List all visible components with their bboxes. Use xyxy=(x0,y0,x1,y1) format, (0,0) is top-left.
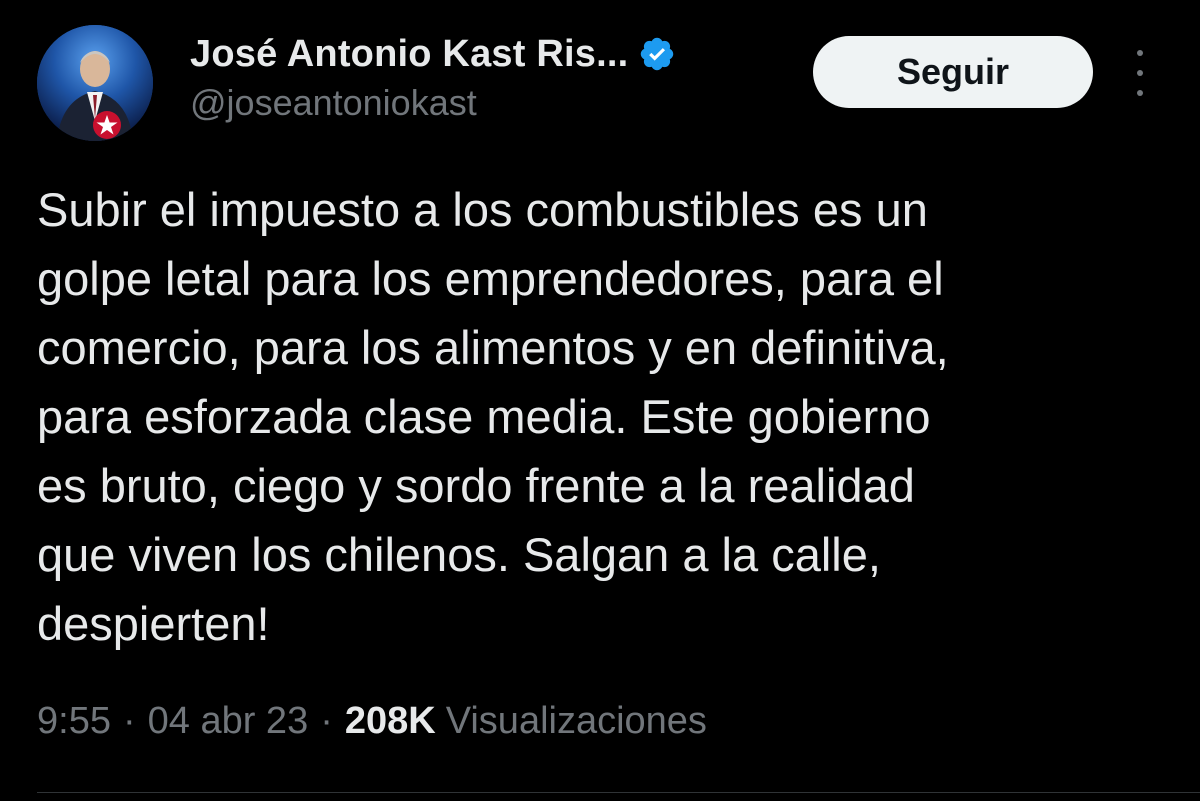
follow-button[interactable]: Seguir xyxy=(813,36,1093,108)
tweet-text-line: es bruto, ciego y sordo frente a la real… xyxy=(37,459,915,512)
tweet-text-line: que viven los chilenos. Salgan a la call… xyxy=(37,528,881,581)
tweet-text-line: despierten! xyxy=(37,597,270,650)
tweet-text: Subir el impuesto a los combustibles es … xyxy=(37,175,1177,658)
views-count: 208K xyxy=(344,700,436,742)
tweet-time[interactable]: 9:55 xyxy=(37,700,111,743)
tweet-text-line: comercio, para los alimentos y en defini… xyxy=(37,321,949,374)
more-dot xyxy=(1137,50,1143,56)
author-handle[interactable]: @joseantonio‌kast xyxy=(190,82,477,124)
more-dot xyxy=(1137,90,1143,96)
avatar[interactable] xyxy=(37,25,153,141)
tweet: José Antonio Kast Ris... @joseantonio‌ka… xyxy=(0,0,1200,801)
author-name-row[interactable]: José Antonio Kast Ris... xyxy=(190,28,676,80)
more-dot xyxy=(1137,70,1143,76)
more-vertical-icon[interactable] xyxy=(1128,50,1152,96)
tweet-text-line: golpe letal para los emprendedores, para… xyxy=(37,252,944,305)
tweet-meta: 9:55 · 04 abr 23 · 208K Visualizaciones xyxy=(37,700,707,743)
tweet-date[interactable]: 04 abr 23 xyxy=(148,700,309,743)
tweet-text-line: Subir el impuesto a los combustibles es … xyxy=(37,183,928,236)
meta-separator: · xyxy=(320,700,333,742)
divider xyxy=(37,792,1200,793)
avatar-photo xyxy=(37,25,153,141)
meta-separator: · xyxy=(122,700,136,742)
verified-badge-icon xyxy=(641,37,674,71)
author-display-name[interactable]: José Antonio Kast Ris... xyxy=(190,33,628,76)
views-label: Visualizaciones xyxy=(445,700,707,742)
tweet-text-line: para esforzada clase media. Este gobiern… xyxy=(37,390,931,443)
